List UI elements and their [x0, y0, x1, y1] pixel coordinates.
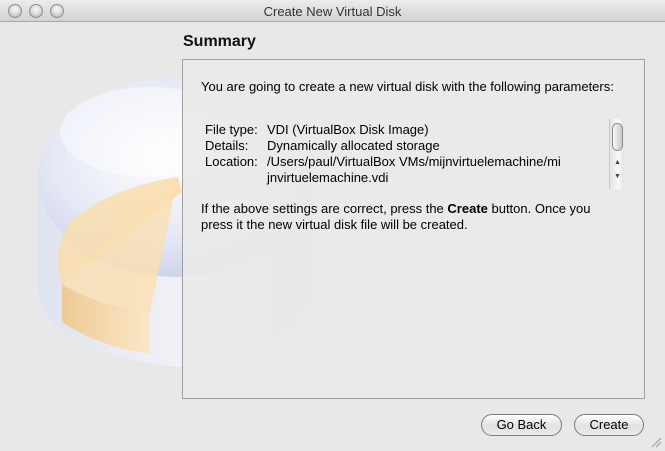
- param-label: Details:: [205, 138, 249, 153]
- confirm-bold: Create: [447, 201, 488, 216]
- parameters-scrollbar[interactable]: ▲ ▼: [609, 119, 624, 189]
- confirm-prefix: If the above settings are correct, press…: [201, 201, 448, 216]
- parameters-list[interactable]: File type: VDI (VirtualBox Disk Image) D…: [200, 119, 623, 189]
- param-value: VDI (VirtualBox Disk Image): [267, 122, 429, 137]
- param-value: jnvirtuelemachine.vdi: [267, 170, 389, 185]
- param-label: Location:: [205, 154, 258, 169]
- go-back-button[interactable]: Go Back: [481, 414, 562, 436]
- resize-grip-icon[interactable]: [650, 436, 662, 448]
- create-button[interactable]: Create: [574, 414, 644, 436]
- title-bar[interactable]: Create New Virtual Disk: [0, 0, 665, 22]
- param-value: /Users/paul/VirtualBox VMs/mijnvirtuelem…: [267, 154, 561, 169]
- scroll-down-icon[interactable]: ▼: [612, 171, 623, 183]
- param-row-location: Location: /Users/paul/VirtualBox VMs/mij…: [205, 154, 561, 170]
- param-row-details: Details: Dynamically allocated storage: [205, 138, 440, 154]
- wizard-window: Create New Virtual Disk Summary You are …: [0, 0, 665, 451]
- param-label: File type:: [205, 122, 258, 137]
- param-value: Dynamically allocated storage: [267, 138, 440, 153]
- scroll-thumb[interactable]: [612, 123, 623, 151]
- page-title: Summary: [183, 33, 256, 50]
- param-row-file-type: File type: VDI (VirtualBox Disk Image): [205, 122, 429, 138]
- confirm-text: If the above settings are correct, press…: [201, 201, 621, 233]
- window-title: Create New Virtual Disk: [263, 4, 402, 19]
- scroll-up-icon[interactable]: ▲: [612, 157, 623, 169]
- intro-text: You are going to create a new virtual di…: [201, 79, 614, 94]
